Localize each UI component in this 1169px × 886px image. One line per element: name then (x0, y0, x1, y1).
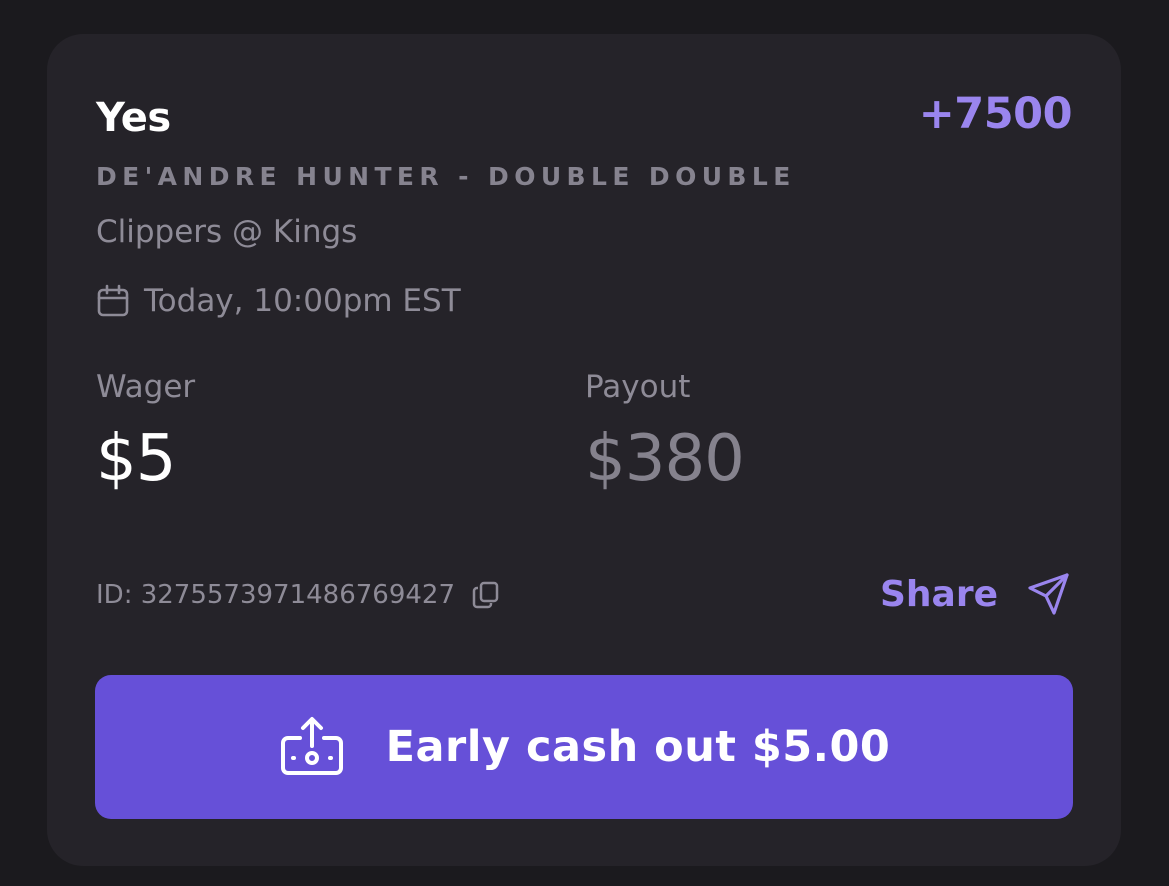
event-datetime-text: Today, 10:00pm EST (144, 283, 461, 319)
send-icon (1026, 571, 1072, 617)
cash-out-icon (278, 716, 346, 778)
copy-icon[interactable] (471, 580, 501, 610)
bet-card: Yes +7500 DE'ANDRE HUNTER - DOUBLE DOUBL… (47, 34, 1121, 866)
event-datetime: Today, 10:00pm EST (96, 280, 461, 322)
bet-id-row: ID: 3275573971486769427 (96, 573, 501, 617)
wager-amount: $5 (96, 422, 176, 496)
payout-amount: $380 (585, 422, 745, 496)
share-button[interactable]: Share (880, 570, 1072, 618)
event-matchup: Clippers @ Kings (96, 214, 358, 250)
bet-odds: +7500 (918, 89, 1073, 139)
calendar-icon (96, 284, 130, 318)
bet-id-text: ID: 3275573971486769427 (96, 580, 456, 610)
bet-pick: Yes (96, 95, 171, 141)
wager-label: Wager (96, 369, 196, 405)
share-label: Share (879, 573, 998, 615)
bet-market: DE'ANDRE HUNTER - DOUBLE DOUBLE (96, 162, 796, 191)
payout-label: Payout (585, 369, 691, 405)
early-cash-out-label: Early cash out $5.00 (385, 722, 891, 772)
early-cash-out-button[interactable]: Early cash out $5.00 (95, 675, 1073, 819)
